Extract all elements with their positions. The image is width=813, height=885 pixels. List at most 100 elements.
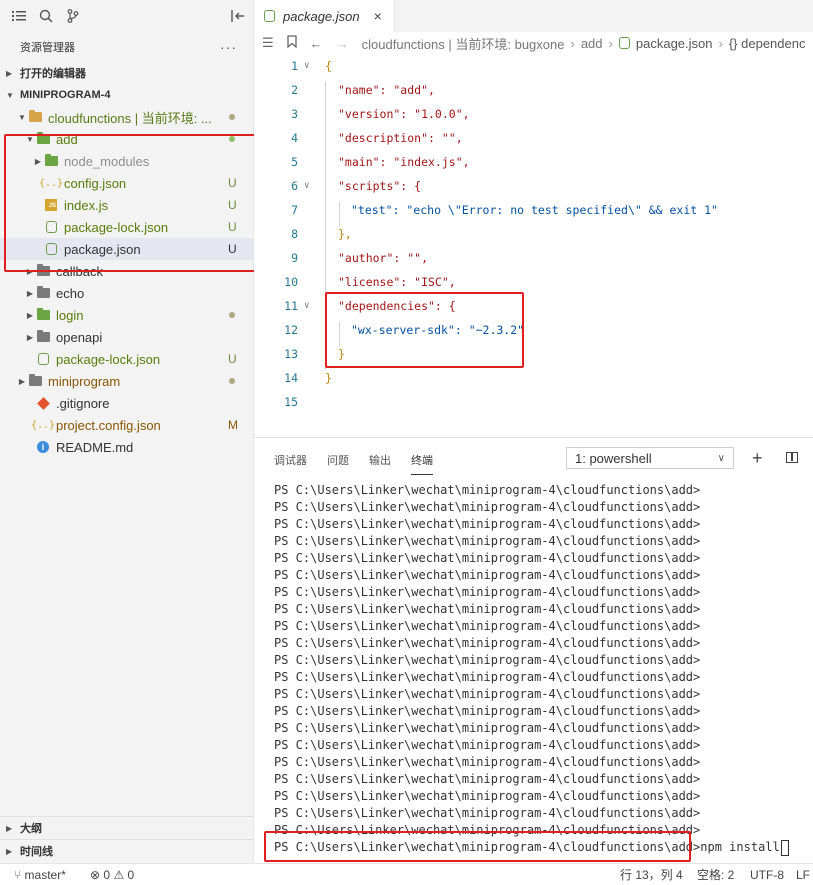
tree-item-gitignore[interactable]: .gitignore — [0, 392, 253, 414]
git-branch-icon: ⑂ — [14, 867, 22, 882]
terminal-command: npm install — [700, 840, 780, 854]
folder-icon — [36, 308, 50, 322]
workspace-section[interactable]: ▼ MINIPROGRAM-4 — [0, 84, 253, 106]
annotation-highlight-box — [4, 134, 277, 272]
line-number: 1 — [291, 59, 298, 73]
terminal-select-value: 1: powershell — [575, 450, 652, 466]
encoding[interactable]: UTF-8 — [750, 868, 784, 882]
tree-item-label: login — [56, 307, 84, 323]
cursor-position[interactable]: 行 13，列 4 — [620, 866, 683, 883]
warning-count: 0 — [127, 867, 135, 882]
tab-problems[interactable]: 问题 — [327, 446, 349, 474]
modified-dot-icon — [229, 378, 235, 384]
back-arrow-icon[interactable]: ← — [310, 36, 323, 51]
tree-item-label: cloudfunctions | 当前环境: ... — [48, 110, 212, 126]
terminal-line: PS C:\Users\Linker\wechat\miniprogram-4\… — [274, 687, 701, 701]
line-number: 5 — [291, 155, 298, 169]
indentation[interactable]: 空格: 2 — [697, 866, 734, 883]
node-file-icon — [618, 37, 630, 49]
line-number: 15 — [284, 395, 298, 409]
tree-item-cloudfunctions[interactable]: ▼ cloudfunctions | 当前环境: ... — [0, 106, 253, 128]
breadcrumb: ☰ ← → cloudfunctions | 当前环境: bugxone › a… — [254, 32, 813, 54]
chevron-right-icon: ▶ — [6, 846, 13, 856]
forward-arrow-icon[interactable]: → — [336, 36, 349, 51]
status-bar: ⑂ master* ⊗ 0 ⚠ 0 行 13，列 4 空格: 2 UTF-8 L… — [0, 863, 813, 885]
timeline-label: 时间线 — [20, 846, 53, 858]
terminal-line: PS C:\Users\Linker\wechat\miniprogram-4\… — [274, 721, 701, 735]
tree-item-readme[interactable]: i README.md — [0, 436, 253, 458]
line-number: 9 — [291, 251, 298, 265]
list-icon[interactable] — [8, 5, 30, 27]
git-file-icon — [36, 396, 50, 410]
terminal-line: PS C:\Users\Linker\wechat\miniprogram-4\… — [274, 500, 701, 514]
tree-item-label: openapi — [56, 329, 103, 345]
timeline-section[interactable]: ▶ 时间线 — [0, 839, 253, 862]
search-icon[interactable] — [35, 5, 57, 27]
terminal-line: PS C:\Users\Linker\wechat\miniprogram-4\… — [274, 619, 701, 633]
json-file-icon: {..} — [30, 419, 56, 431]
terminal-line: PS C:\Users\Linker\wechat\miniprogram-4\… — [274, 789, 701, 803]
panel-tabs: 调试器 问题 输出 终端 1: powershell ∨ + — [254, 438, 813, 482]
chevron-right-icon: ▶ — [18, 376, 26, 386]
fold-chevron-icon[interactable]: ∨ — [304, 294, 309, 318]
fold-chevron-icon[interactable]: ∨ — [304, 174, 309, 198]
tree-item-project-config-json[interactable]: {..} project.config.json M — [0, 414, 253, 436]
collapse-sidebar-icon[interactable] — [227, 5, 249, 27]
terminal-line: PS C:\Users\Linker\wechat\miniprogram-4\… — [274, 755, 701, 769]
branch-label: master* — [24, 867, 66, 882]
split-terminal-icon[interactable] — [786, 452, 798, 463]
branch-indicator[interactable]: ⑂ master* — [14, 868, 66, 882]
line-number: 14 — [284, 371, 298, 385]
outline-label: 大纲 — [20, 823, 42, 835]
outline-list-icon[interactable]: ☰ — [262, 35, 274, 51]
tab-label: package.json — [283, 8, 360, 24]
breadcrumb-item[interactable]: package.json — [636, 36, 713, 51]
bookmark-icon[interactable] — [287, 35, 297, 51]
terminal-select[interactable]: 1: powershell ∨ — [566, 447, 734, 469]
tab-output[interactable]: 输出 — [369, 446, 391, 474]
editor-tabbar: package.json × — [254, 0, 813, 32]
tab-package-json[interactable]: package.json × — [254, 0, 395, 32]
breadcrumb-item[interactable]: add — [581, 36, 603, 51]
node-file-icon — [36, 352, 50, 366]
outline-section[interactable]: ▶ 大纲 — [0, 816, 253, 839]
tree-item-login[interactable]: ▶ login — [0, 304, 253, 326]
terminal-line: PS C:\Users\Linker\wechat\miniprogram-4\… — [274, 568, 701, 582]
new-terminal-icon[interactable]: + — [752, 448, 763, 469]
code-text: "version": "1.0.0", — [338, 107, 470, 121]
terminal-line: PS C:\Users\Linker\wechat\miniprogram-4\… — [274, 483, 701, 497]
chevron-right-icon: ▶ — [26, 288, 34, 298]
terminal-line: PS C:\Users\Linker\wechat\miniprogram-4\… — [274, 517, 701, 531]
line-ending[interactable]: LF — [796, 868, 810, 882]
problems-indicator[interactable]: ⊗ 0 ⚠ 0 — [90, 868, 134, 882]
fold-chevron-icon[interactable]: ∨ — [304, 54, 309, 78]
close-icon[interactable]: × — [374, 8, 382, 24]
line-number: 4 — [291, 131, 298, 145]
editor-area: package.json × ☰ ← → cloudfunctions | 当前… — [254, 0, 813, 437]
code-line: 9 "author": "", — [254, 246, 813, 270]
terminal-output[interactable]: PS C:\Users\Linker\wechat\miniprogram-4\… — [274, 482, 789, 856]
modified-dot-icon — [229, 312, 235, 318]
tab-terminal[interactable]: 终端 — [411, 446, 433, 475]
chevron-right-icon: ▶ — [26, 332, 34, 342]
tree-item-miniprogram[interactable]: ▶ miniprogram — [0, 370, 253, 392]
warning-icon: ⚠ — [113, 867, 125, 882]
open-editors-section[interactable]: ▶ 打开的编辑器 — [0, 62, 253, 84]
breadcrumb-separator-icon: › — [718, 35, 723, 51]
breadcrumb-item[interactable]: cloudfunctions | 当前环境: bugxone — [362, 34, 565, 53]
sidebar-bottom-sections: ▶ 大纲 ▶ 时间线 — [0, 816, 253, 862]
tree-item-openapi[interactable]: ▶ openapi — [0, 326, 253, 348]
tree-item-label: package-lock.json — [56, 351, 161, 367]
code-line: 3 "version": "1.0.0", — [254, 102, 813, 126]
breadcrumb-item[interactable]: {} dependenc — [729, 36, 806, 51]
code-line: 5 "main": "index.js", — [254, 150, 813, 174]
tree-item-echo[interactable]: ▶ echo — [0, 282, 253, 304]
tree-item-root-package-lock-json[interactable]: package-lock.json U — [0, 348, 253, 370]
tab-debug-console[interactable]: 调试器 — [274, 446, 307, 474]
terminal-line: PS C:\Users\Linker\wechat\miniprogram-4\… — [274, 551, 701, 565]
git-status-badge: U — [228, 352, 237, 366]
more-actions-icon[interactable]: ··· — [220, 39, 237, 55]
code-line: 1 ∨ { — [254, 54, 813, 78]
source-control-icon[interactable] — [62, 5, 84, 27]
line-number: 2 — [291, 83, 298, 97]
